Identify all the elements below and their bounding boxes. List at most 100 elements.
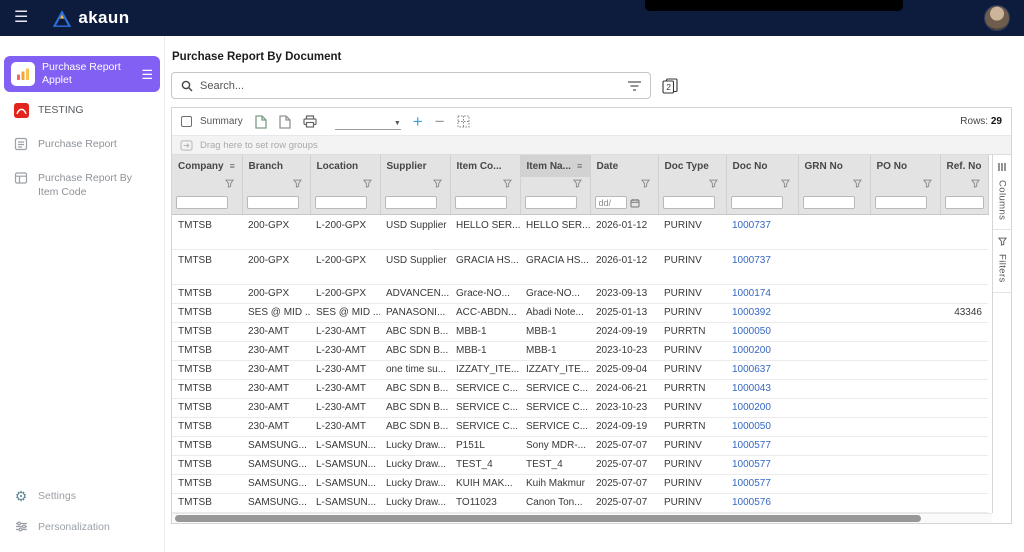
column-filter-input[interactable] bbox=[246, 196, 299, 210]
column-filter-input[interactable] bbox=[454, 196, 507, 210]
filter-funnel-icon[interactable] bbox=[640, 179, 650, 188]
column-filter-input[interactable] bbox=[662, 196, 715, 210]
table-row[interactable]: TMTSB 230-AMT L-230-AMT ABC SDN B... SERVICE… bbox=[172, 379, 988, 399]
user-avatar[interactable] bbox=[984, 5, 1010, 31]
table-row[interactable]: TMTSB 230-AMT L-230-AMT ABC SDN B... MBB-1 MB… bbox=[172, 322, 988, 342]
doc-no-link[interactable]: 1000050 bbox=[732, 326, 771, 337]
column-header[interactable]: Branch bbox=[242, 155, 311, 177]
remove-icon[interactable]: − bbox=[435, 113, 445, 130]
table-row[interactable]: TMTSB SAMSUNG... L-SAMSUN... Lucky Draw... K… bbox=[172, 474, 988, 494]
table-row[interactable]: TMTSB 200-GPX L-200-GPX USD Supplier GRACIA … bbox=[172, 249, 988, 285]
date-filter-input[interactable] bbox=[594, 196, 627, 210]
column-menu-icon[interactable]: ≡ bbox=[230, 161, 235, 171]
column-header[interactable]: Item Na... ≡ bbox=[520, 155, 591, 177]
column-header[interactable]: Company ≡ bbox=[172, 155, 243, 177]
sidebar-item-personalization[interactable]: Personalization bbox=[0, 512, 164, 544]
cell: TMTSB bbox=[172, 341, 242, 361]
sidebar-item-settings[interactable]: ⚙ Settings bbox=[0, 481, 164, 513]
calendar-icon[interactable] bbox=[630, 198, 640, 208]
scrollbar-thumb[interactable] bbox=[175, 515, 922, 522]
column-filter-input[interactable] bbox=[944, 196, 984, 210]
column-header[interactable]: GRN No bbox=[798, 155, 871, 177]
column-header[interactable]: Supplier bbox=[380, 155, 451, 177]
sidebar-item-purchase-report[interactable]: Purchase Report bbox=[0, 128, 164, 162]
table-row[interactable]: TMTSB SAMSUNG... L-SAMSUN... Lucky Draw... P… bbox=[172, 436, 988, 456]
export-file-icon[interactable] bbox=[255, 114, 267, 129]
cell: Lucky Draw... bbox=[380, 455, 450, 475]
table-row[interactable]: TMTSB SAMSUNG... L-SAMSUN... Lucky Draw... T… bbox=[172, 455, 988, 475]
column-filter-input[interactable] bbox=[874, 196, 927, 210]
column-filter-input[interactable] bbox=[384, 196, 437, 210]
table-row[interactable]: TMTSB 200-GPX L-200-GPX USD Supplier HELLO S… bbox=[172, 214, 988, 250]
column-header[interactable]: Doc No bbox=[726, 155, 799, 177]
menu-icon[interactable]: ☰ bbox=[14, 10, 28, 26]
filter-funnel-icon[interactable] bbox=[708, 179, 718, 188]
sidebar-item-purchase-report-by-item-code[interactable]: Purchase Report By Item Code bbox=[0, 162, 164, 209]
search-filter-icon[interactable] bbox=[628, 80, 641, 91]
column-header[interactable]: Doc Type bbox=[658, 155, 727, 177]
doc-no-link[interactable]: 1000577 bbox=[732, 478, 771, 489]
table-row[interactable]: TMTSB 200-GPX L-200-GPX ADVANCEN... Grace-NO… bbox=[172, 284, 988, 304]
filter-funnel-icon[interactable] bbox=[852, 179, 862, 188]
filter-funnel-icon[interactable] bbox=[970, 179, 980, 188]
horizontal-scrollbar[interactable] bbox=[172, 512, 992, 523]
column-header[interactable]: Item Co... bbox=[450, 155, 521, 177]
table-row[interactable]: TMTSB 230-AMT L-230-AMT ABC SDN B... SERVICE… bbox=[172, 398, 988, 418]
column-filter-input[interactable] bbox=[802, 196, 855, 210]
row-group-dropzone[interactable]: Drag here to set row groups bbox=[172, 135, 1011, 155]
table-row[interactable]: TMTSB 230-AMT L-230-AMT ABC SDN B... MBB-1 MB… bbox=[172, 341, 988, 361]
column-filter-input[interactable] bbox=[176, 196, 228, 210]
doc-no-link[interactable]: 1000737 bbox=[732, 255, 771, 266]
doc-no-link[interactable]: 1000200 bbox=[732, 402, 771, 413]
doc-no-link[interactable]: 1000050 bbox=[732, 421, 771, 432]
form-view-2-icon[interactable]: 2 bbox=[662, 77, 678, 94]
table-row[interactable]: TMTSB SES @ MID ... SES @ MID ... PANASONI.… bbox=[172, 303, 988, 323]
column-filter-input[interactable] bbox=[730, 196, 783, 210]
column-header[interactable]: Location bbox=[310, 155, 381, 177]
column-header[interactable]: PO No bbox=[870, 155, 941, 177]
collapse-menu-icon[interactable]: ☰ bbox=[141, 68, 153, 81]
doc-no-link[interactable]: 1000200 bbox=[732, 345, 771, 356]
column-header[interactable]: Ref. No bbox=[940, 155, 989, 177]
cell: TMTSB bbox=[172, 379, 242, 399]
doc-no-link[interactable]: 1000637 bbox=[732, 364, 771, 375]
table-row[interactable]: TMTSB SAMSUNG... L-SAMSUN... Lucky Draw... T… bbox=[172, 493, 988, 513]
cell bbox=[798, 417, 870, 437]
filter-funnel-icon[interactable] bbox=[502, 179, 512, 188]
cell: 230-AMT bbox=[242, 322, 310, 342]
filter-funnel-icon[interactable] bbox=[432, 179, 442, 188]
doc-no-link[interactable]: 1000392 bbox=[732, 307, 771, 318]
add-icon[interactable]: + bbox=[413, 113, 423, 130]
filter-funnel-icon[interactable] bbox=[362, 179, 372, 188]
grid-layout-icon[interactable] bbox=[457, 115, 470, 128]
filter-funnel-icon[interactable] bbox=[224, 179, 234, 188]
page-size-select[interactable]: ▼ bbox=[334, 113, 401, 130]
doc-no-link[interactable]: 1000043 bbox=[732, 383, 771, 394]
filter-funnel-icon[interactable] bbox=[922, 179, 932, 188]
search-input[interactable] bbox=[200, 79, 621, 92]
summary-checkbox[interactable] bbox=[181, 116, 192, 127]
doc-no-link[interactable]: 1000577 bbox=[732, 459, 771, 470]
column-header[interactable]: Date bbox=[590, 155, 659, 177]
print-icon[interactable] bbox=[303, 115, 317, 128]
tab-filters[interactable]: Filters bbox=[993, 230, 1011, 293]
table-row[interactable]: TMTSB 230-AMT L-230-AMT one time su... IZZAT… bbox=[172, 360, 988, 380]
doc-no-link[interactable]: 1000576 bbox=[732, 497, 771, 508]
column-filter-input[interactable] bbox=[314, 196, 367, 210]
filter-funnel-icon[interactable] bbox=[780, 179, 790, 188]
table-row[interactable]: TMTSB 230-AMT L-230-AMT ABC SDN B... SERVICE… bbox=[172, 417, 988, 437]
sidebar-item-testing[interactable]: TESTING bbox=[0, 94, 164, 128]
doc-no-link[interactable]: 1000577 bbox=[732, 440, 771, 451]
cell: 2025-07-07 bbox=[590, 474, 658, 494]
brand-logo[interactable]: akaun bbox=[52, 8, 129, 28]
filter-funnel-icon[interactable] bbox=[292, 179, 302, 188]
column-filter-input[interactable] bbox=[524, 196, 577, 210]
doc-no-link[interactable]: 1000737 bbox=[732, 220, 771, 231]
tab-columns[interactable]: Columns bbox=[993, 155, 1011, 231]
doc-no-link[interactable]: 1000174 bbox=[732, 288, 771, 299]
copy-file-icon[interactable] bbox=[279, 114, 291, 129]
filter-cell bbox=[658, 192, 727, 215]
column-menu-icon[interactable]: ≡ bbox=[577, 161, 582, 171]
sidebar-applet-purchase-report[interactable]: Purchase Report Applet ☰ bbox=[4, 56, 160, 93]
filter-funnel-icon[interactable] bbox=[572, 179, 582, 188]
